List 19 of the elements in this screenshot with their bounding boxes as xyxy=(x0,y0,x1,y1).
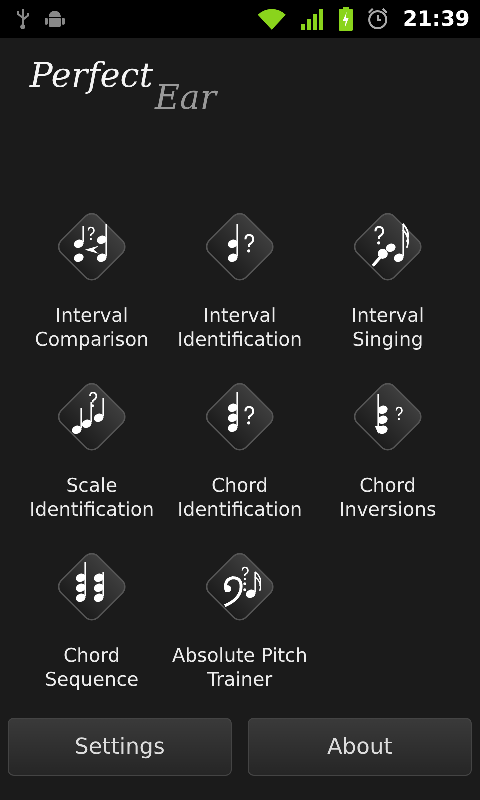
signal-icon xyxy=(301,8,326,30)
about-button[interactable]: About xyxy=(248,718,472,776)
exercise-label[interactable]: Interval Identification xyxy=(166,304,314,352)
exercise-label[interactable]: Absolute Pitch Trainer xyxy=(166,644,314,692)
app-logo: Perfect xyxy=(30,56,154,96)
android-robot-icon xyxy=(44,9,66,29)
settings-button[interactable]: Settings xyxy=(8,718,232,776)
usb-icon xyxy=(16,8,30,30)
exercise-label[interactable]: Chord Identification xyxy=(166,474,314,522)
clock-time: 21:39 xyxy=(403,7,470,31)
wifi-icon xyxy=(257,8,288,30)
exercise-label[interactable]: Chord Sequence xyxy=(18,644,166,692)
battery-charging-icon xyxy=(339,7,354,31)
exercise-label[interactable]: Interval Comparison xyxy=(18,304,166,352)
exercise-label[interactable]: Interval Singing xyxy=(314,304,462,352)
app-logo: Ear xyxy=(155,78,216,118)
exercise-label[interactable]: Scale Identification xyxy=(18,474,166,522)
alarm-clock-icon xyxy=(367,8,390,30)
exercise-label[interactable]: Chord Inversions xyxy=(314,474,462,522)
